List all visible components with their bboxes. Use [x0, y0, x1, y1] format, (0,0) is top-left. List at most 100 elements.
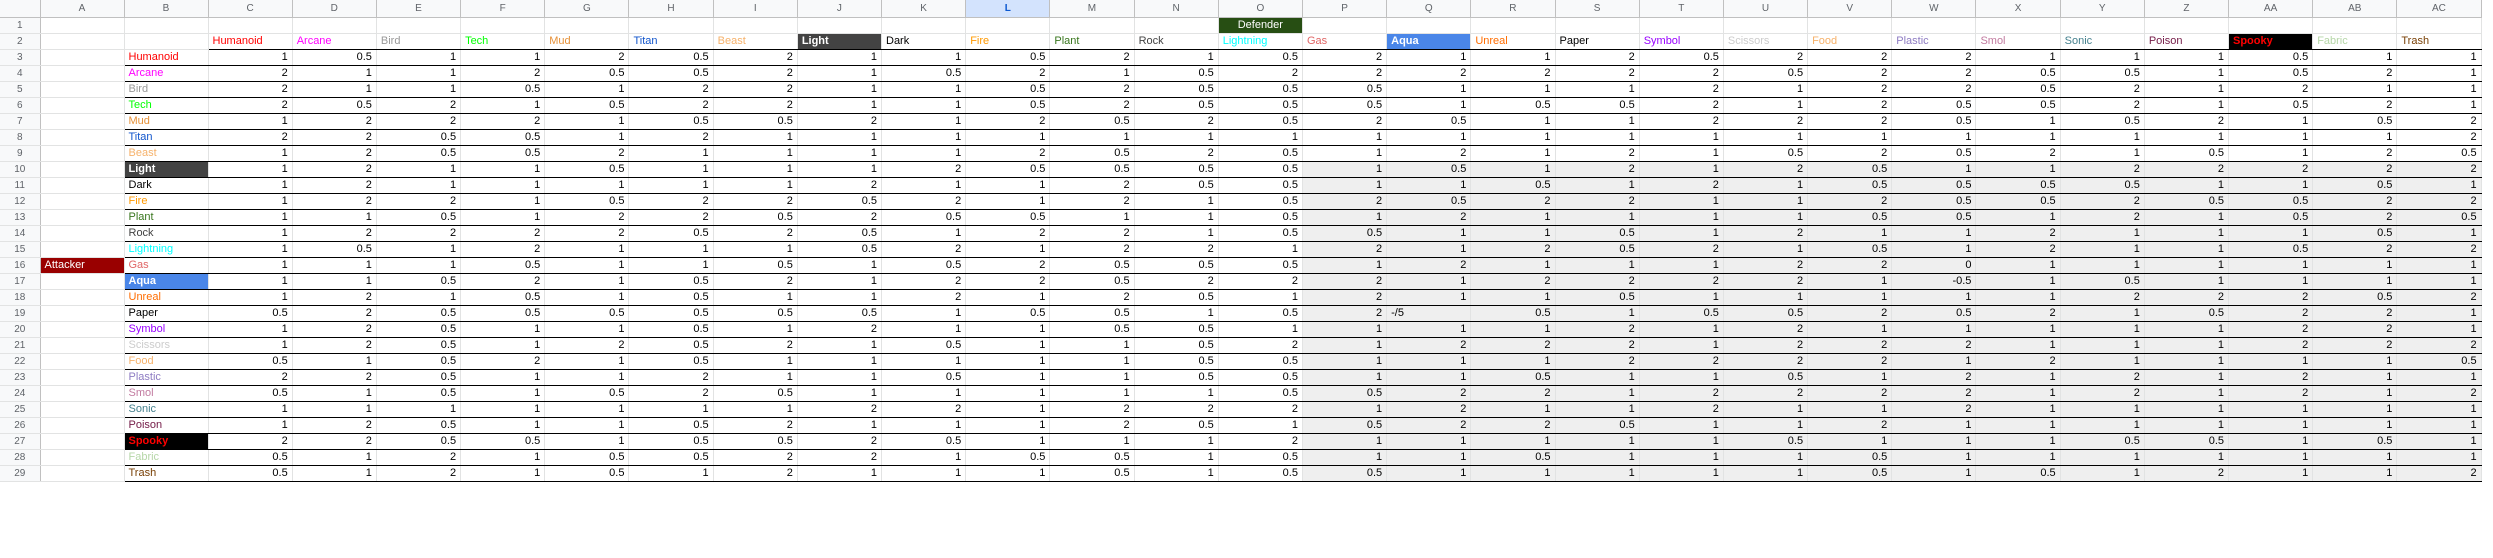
effectiveness-cell[interactable]: 1 [1723, 465, 1809, 482]
effectiveness-cell[interactable]: 2 [1639, 177, 1724, 194]
effectiveness-cell[interactable]: 2 [1470, 65, 1556, 82]
effectiveness-cell[interactable]: 1 [628, 177, 714, 194]
effectiveness-cell[interactable]: 0.5 [1975, 65, 2061, 82]
row-header-5[interactable]: 5 [0, 81, 41, 98]
effectiveness-cell[interactable]: 1 [292, 65, 377, 82]
effectiveness-cell[interactable]: 2 [1807, 257, 1893, 274]
effectiveness-cell[interactable]: 1 [1386, 129, 1472, 146]
effectiveness-cell[interactable]: 2 [1049, 49, 1135, 66]
effectiveness-cell[interactable]: 1 [881, 225, 967, 242]
row-header-7[interactable]: 7 [0, 113, 41, 130]
effectiveness-cell[interactable]: 1 [1302, 321, 1388, 338]
row-header-19[interactable]: 19 [0, 305, 41, 322]
effectiveness-cell[interactable]: 2 [1386, 417, 1472, 434]
effectiveness-cell[interactable]: 2 [292, 177, 377, 194]
effectiveness-cell[interactable]: 1 [2396, 369, 2482, 386]
effectiveness-cell[interactable]: 0.5 [460, 433, 546, 450]
effectiveness-cell[interactable]: 2 [1555, 161, 1640, 178]
effectiveness-cell[interactable]: 0 [1891, 257, 1977, 274]
effectiveness-cell[interactable]: 1 [713, 177, 798, 194]
row-header-6[interactable]: 6 [0, 97, 41, 114]
column-header-f[interactable]: F [460, 0, 546, 18]
effectiveness-cell[interactable]: 2 [292, 321, 377, 338]
effectiveness-cell[interactable]: 2 [292, 145, 377, 162]
effectiveness-cell[interactable]: 0.5 [544, 449, 630, 466]
effectiveness-cell[interactable]: 2 [1639, 273, 1724, 290]
effectiveness-cell[interactable]: 2 [797, 449, 883, 466]
row-header-15[interactable]: 15 [0, 241, 41, 258]
effectiveness-cell[interactable]: 1 [1470, 289, 1556, 306]
column-header-j[interactable]: J [797, 0, 883, 18]
effectiveness-cell[interactable]: 1 [376, 241, 462, 258]
effectiveness-cell[interactable]: 2 [2396, 337, 2482, 354]
effectiveness-cell[interactable]: 0.5 [1134, 177, 1219, 194]
effectiveness-cell[interactable]: 1 [2312, 273, 2398, 290]
effectiveness-cell[interactable]: 1 [1386, 225, 1472, 242]
row-header-18[interactable]: 18 [0, 289, 41, 306]
defender-type-mud[interactable]: Mud [544, 33, 630, 50]
effectiveness-cell[interactable]: 1 [544, 289, 630, 306]
effectiveness-cell[interactable]: 0.5 [965, 81, 1051, 98]
effectiveness-cell[interactable]: 1 [1049, 65, 1135, 82]
effectiveness-cell[interactable]: 2 [1639, 97, 1724, 114]
effectiveness-cell[interactable]: 0.5 [1891, 193, 1977, 210]
effectiveness-cell[interactable]: 1 [2228, 145, 2314, 162]
effectiveness-cell[interactable]: 1 [376, 81, 462, 98]
effectiveness-cell[interactable]: 0.5 [2228, 209, 2314, 226]
effectiveness-cell[interactable]: 1 [208, 417, 293, 434]
column-header-aa[interactable]: AA [2228, 0, 2314, 18]
effectiveness-cell[interactable]: 2 [1386, 385, 1472, 402]
effectiveness-cell[interactable]: 2 [1218, 401, 1303, 418]
effectiveness-cell[interactable]: 1 [1470, 81, 1556, 98]
attacker-type-humanoid[interactable]: Humanoid [124, 49, 209, 66]
effectiveness-cell[interactable]: 1 [1386, 273, 1472, 290]
effectiveness-cell[interactable]: 1 [292, 257, 377, 274]
effectiveness-cell[interactable]: 2 [2312, 161, 2398, 178]
effectiveness-cell[interactable]: 0.5 [376, 417, 462, 434]
effectiveness-cell[interactable]: 2 [1723, 321, 1809, 338]
effectiveness-cell[interactable]: 1 [1975, 257, 2061, 274]
effectiveness-cell[interactable]: 2 [544, 337, 630, 354]
effectiveness-cell[interactable]: 1 [1891, 289, 1977, 306]
effectiveness-cell[interactable]: 0.5 [1975, 193, 2061, 210]
effectiveness-cell[interactable]: 1 [1807, 401, 1893, 418]
effectiveness-cell[interactable]: 1 [1975, 417, 2061, 434]
effectiveness-cell[interactable]: 0.5 [797, 241, 883, 258]
effectiveness-cell[interactable]: 0.5 [1218, 113, 1303, 130]
effectiveness-cell[interactable]: 2 [2396, 113, 2482, 130]
defender-type-lightning[interactable]: Lightning [1218, 33, 1303, 50]
effectiveness-cell[interactable]: 2 [2396, 193, 2482, 210]
effectiveness-cell[interactable]: 2 [1975, 225, 2061, 242]
effectiveness-cell[interactable]: 1 [1470, 113, 1556, 130]
empty-cell[interactable] [40, 289, 125, 306]
column-header-d[interactable]: D [292, 0, 377, 18]
effectiveness-cell[interactable]: 2 [544, 225, 630, 242]
effectiveness-cell[interactable]: 1 [1470, 49, 1556, 66]
effectiveness-cell[interactable]: 1 [460, 49, 546, 66]
empty-cell[interactable] [1470, 17, 1556, 34]
effectiveness-cell[interactable]: 0.5 [1639, 49, 1724, 66]
column-header-g[interactable]: G [544, 0, 630, 18]
effectiveness-cell[interactable]: 1 [1891, 417, 1977, 434]
effectiveness-cell[interactable]: 1 [2396, 321, 2482, 338]
effectiveness-cell[interactable]: 1 [1891, 449, 1977, 466]
effectiveness-cell[interactable]: 2 [797, 321, 883, 338]
effectiveness-cell[interactable]: 0.5 [628, 321, 714, 338]
effectiveness-cell[interactable]: 1 [1555, 369, 1640, 386]
attacker-type-mud[interactable]: Mud [124, 113, 209, 130]
row-header-4[interactable]: 4 [0, 65, 41, 82]
effectiveness-cell[interactable]: 0.5 [1555, 97, 1640, 114]
effectiveness-cell[interactable]: 2 [1723, 257, 1809, 274]
effectiveness-cell[interactable]: 2 [1134, 401, 1219, 418]
effectiveness-cell[interactable]: 1 [1386, 289, 1472, 306]
effectiveness-cell[interactable]: 1 [713, 129, 798, 146]
effectiveness-cell[interactable]: 1 [1218, 241, 1303, 258]
effectiveness-cell[interactable]: 0.5 [1218, 465, 1303, 482]
effectiveness-cell[interactable]: 2 [208, 81, 293, 98]
effectiveness-cell[interactable]: 1 [713, 321, 798, 338]
effectiveness-cell[interactable]: 0.5 [1134, 337, 1219, 354]
effectiveness-cell[interactable]: 1 [544, 81, 630, 98]
effectiveness-cell[interactable]: 1 [881, 129, 967, 146]
effectiveness-cell[interactable]: 1 [208, 241, 293, 258]
empty-cell[interactable] [40, 241, 125, 258]
